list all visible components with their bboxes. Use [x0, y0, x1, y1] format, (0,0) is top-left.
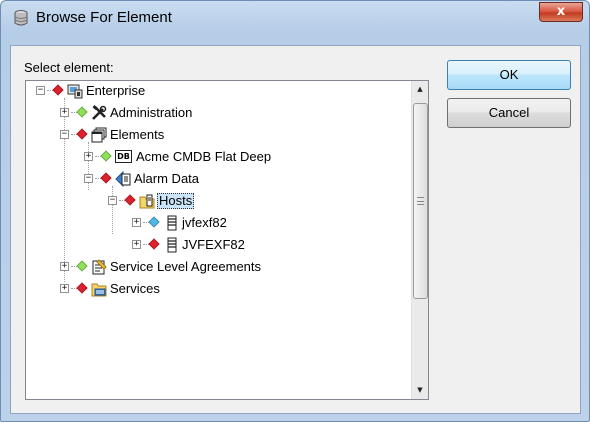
collapse-icon[interactable]: − — [84, 174, 93, 183]
server-icon — [167, 215, 177, 231]
alarm-data-icon — [115, 171, 131, 187]
close-button[interactable]: x — [539, 2, 583, 22]
tree-node-jvfexf82-upper[interactable]: + JVFEXF82 — [128, 236, 328, 254]
status-red-icon — [52, 84, 64, 96]
tree-node-label: JVFEXF82 — [182, 237, 245, 252]
status-red-icon — [124, 194, 136, 206]
cancel-button[interactable]: Cancel — [447, 98, 571, 128]
tree-node-administration[interactable]: + Administration — [56, 104, 356, 122]
scroll-up-arrow-icon[interactable]: ▲ — [412, 81, 428, 98]
sla-icon — [92, 259, 107, 275]
enterprise-icon — [67, 84, 83, 99]
tree-node-alarm-data[interactable]: − Alarm Data — [80, 170, 380, 188]
tree-node-label: Services — [110, 281, 160, 296]
tree-node-sla[interactable]: + Service Level Agreements — [56, 258, 396, 276]
grip-icon — [417, 197, 424, 205]
database-icon: DB — [115, 150, 132, 163]
select-element-label: Select element: — [24, 60, 114, 75]
expand-icon[interactable]: + — [60, 284, 69, 293]
tree-node-label: Administration — [110, 105, 193, 120]
server-icon — [167, 237, 177, 253]
collapse-icon[interactable]: − — [36, 86, 45, 95]
status-green-icon — [100, 150, 112, 162]
tree-node-label: Enterprise — [86, 83, 146, 98]
tree-node-label: Alarm Data — [134, 171, 200, 186]
close-icon: x — [556, 4, 566, 19]
collapse-icon[interactable]: − — [108, 196, 117, 205]
expand-icon[interactable]: + — [60, 108, 69, 117]
tree-node-label: jvfexf82 — [182, 215, 227, 230]
tree-node-label: Elements — [110, 127, 165, 142]
tree-node-hosts[interactable]: − Hosts — [104, 192, 304, 210]
window-title: Browse For Element — [36, 9, 172, 26]
status-green-icon — [76, 260, 88, 272]
scroll-thumb[interactable] — [413, 103, 428, 299]
scroll-down-arrow-icon[interactable]: ▼ — [412, 382, 428, 399]
tree-node-label: Service Level Agreements — [110, 259, 262, 274]
status-red-icon — [76, 282, 88, 294]
ok-button[interactable]: OK — [447, 60, 571, 90]
expand-icon[interactable]: + — [132, 218, 141, 227]
status-red-icon — [148, 238, 160, 250]
tree-node-label-selected: Hosts — [157, 193, 195, 209]
services-icon — [91, 283, 107, 297]
tree-node-acme-cmdb[interactable]: + DB Acme CMDB Flat Deep — [80, 148, 400, 166]
hosts-folder-icon — [139, 194, 155, 209]
tree-node-enterprise[interactable]: − Enterprise — [32, 82, 332, 100]
status-blue-icon — [148, 216, 160, 228]
expand-icon[interactable]: + — [132, 240, 141, 249]
vertical-scrollbar[interactable]: ▲ ▼ — [411, 81, 428, 399]
title-bar[interactable]: Browse For Element x — [1, 1, 589, 35]
element-tree[interactable]: − Enterprise + Administration − Elements… — [25, 80, 429, 400]
collapse-icon[interactable]: − — [60, 130, 69, 139]
tree-node-elements[interactable]: − Elements — [56, 126, 356, 144]
tree-node-label: Acme CMDB Flat Deep — [136, 149, 272, 164]
elements-icon — [91, 127, 107, 143]
expand-icon[interactable]: + — [84, 152, 93, 161]
tree-node-jvfexf82-lower[interactable]: + jvfexf82 — [128, 214, 328, 232]
status-red-icon — [100, 172, 112, 184]
app-icon — [14, 10, 28, 26]
status-green-icon — [76, 106, 88, 118]
tools-icon — [92, 105, 107, 120]
expand-icon[interactable]: + — [60, 262, 69, 271]
tree-node-services[interactable]: + Services — [56, 280, 356, 298]
status-red-icon — [76, 128, 88, 140]
